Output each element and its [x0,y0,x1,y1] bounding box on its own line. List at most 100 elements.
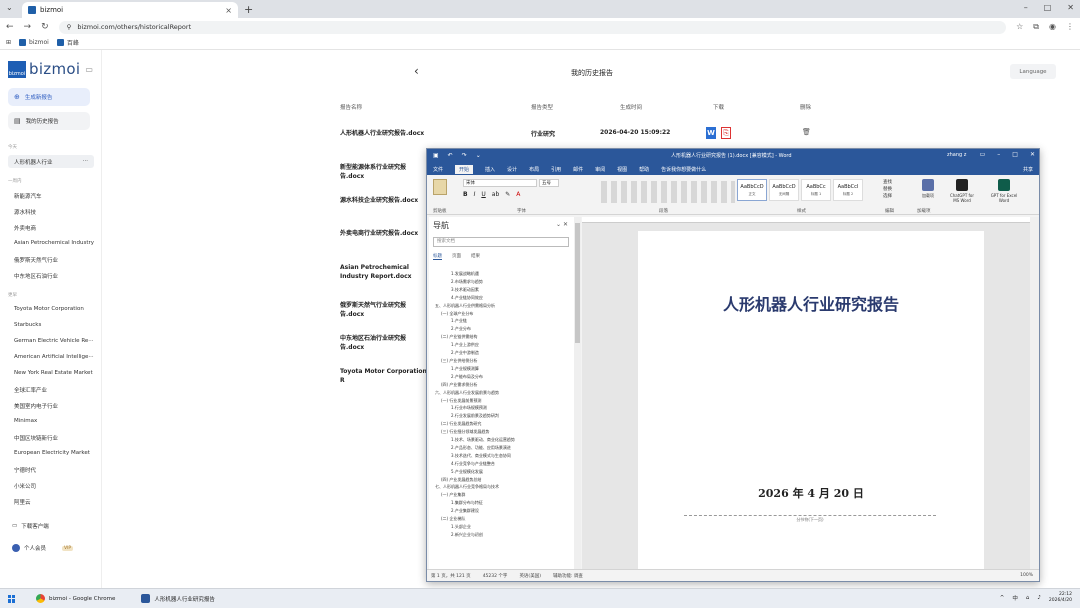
outline-heading[interactable]: 3.技术驱动因素 [433,286,569,294]
outline-heading[interactable]: 5.产业规模化发展 [433,468,569,476]
outline-heading[interactable]: (四) 产业需求侧分析 [433,381,569,389]
tab-layout[interactable]: 布局 [529,166,539,173]
tab-review[interactable]: 审阅 [595,166,605,173]
font-color-icon[interactable]: A [516,191,520,198]
outline-heading[interactable]: 2.产业分布 [433,325,569,333]
bookmark-bizmoi[interactable]: bizmoi [19,39,49,46]
ribbon-display-icon[interactable]: ▭ [980,151,986,158]
close-tab-icon[interactable]: × [225,6,232,15]
word-download-icon[interactable]: W [706,127,716,139]
nav-pane-close-icon[interactable]: ⌄ ✕ [556,221,568,228]
outline-heading[interactable]: (二) 企业梯队 [433,515,569,523]
trash-icon[interactable]: 🗑 [802,128,811,136]
style-no-spacing[interactable]: AaBbCcD 无间隔 [769,179,799,201]
report-name[interactable]: 外卖电商行业研究报告.docx [340,229,430,238]
autosave-icon[interactable]: ▣ [433,152,439,159]
tab-design[interactable]: 设计 [507,166,517,173]
sidebar-item[interactable]: 俄罗斯天然气行业 [14,256,58,264]
new-tab-button[interactable]: + [244,3,253,16]
omnibox[interactable]: ⚲ bizmoi.com/others/historicalReport [58,20,1007,34]
reload-icon[interactable]: ↻ [41,22,49,32]
sidebar-item[interactable]: 宁德时代 [14,466,36,474]
report-name[interactable]: 新型能源体系行业研究报告.docx [340,163,430,181]
outline-heading[interactable]: 2.新兴企业与初创 [433,531,569,539]
bookmark-baifeng[interactable]: 百峰 [56,38,79,47]
outline-heading[interactable]: 2.产品形态、功能、应用场景演进 [433,444,569,452]
nav-tab-pages[interactable]: 页面 [452,253,461,260]
outline-heading[interactable]: 2.产业中游制造 [433,349,569,357]
maximize-icon[interactable]: □ [1044,3,1052,12]
word-count[interactable]: 45232 个字 [483,573,508,579]
sidebar-item[interactable]: 外卖电商 [14,224,36,232]
word-user[interactable]: zhang z [947,152,966,158]
tab-search-icon[interactable]: ⌄ [6,3,13,12]
logo[interactable]: bizmoi bizmoi ▭ [8,60,93,78]
outline-heading[interactable]: 2.产能布局及分布 [433,373,569,381]
user-profile[interactable]: 个人会员 VIP [12,544,74,552]
nav-tab-results[interactable]: 结果 [471,253,480,260]
nav-tab-headings[interactable]: 标题 [433,253,442,260]
tab-home[interactable]: 开始 [455,164,474,174]
select-button[interactable]: 选择 [883,193,892,200]
my-reports-button[interactable]: ▤ 我的历史报告 [8,112,90,130]
sidebar-item[interactable]: 阿里云 [14,498,31,506]
style-normal[interactable]: AaBbCcD 正文 [737,179,767,201]
word-maximize-icon[interactable]: □ [1012,151,1018,158]
document-page[interactable]: 人形机器人行业研究报告 2026 年 4 月 20 日 分节符(下一页) [638,231,984,569]
font-size-select[interactable]: 五号 [539,179,559,187]
sidebar-item[interactable]: American Artificial Intellige··· [14,354,94,360]
report-name[interactable]: 源水科技企业研究报告.docx [340,196,430,205]
outline-heading[interactable]: (二) 产业链供需结构 [433,333,569,341]
outline-heading[interactable]: 五、人形机器人行业供需格局分析 [433,302,569,310]
outline-heading[interactable]: 3.技术迭代、商业模式与生态协同 [433,452,569,460]
nav-scrollbar[interactable] [574,217,581,569]
word-close-icon[interactable]: ✕ [1030,151,1035,158]
sidebar-item[interactable]: 新能源汽车 [14,192,42,200]
language-status[interactable]: 英语(美国) [519,573,541,579]
tab-file[interactable]: 文件 [433,166,443,173]
taskbar-app-chrome[interactable]: bizmoi - Google Chrome [30,592,121,605]
nav-scroll-thumb[interactable] [575,223,580,343]
accessibility-status[interactable]: 辅助功能: 调查 [553,573,583,579]
gpt-excel-word-button[interactable]: GPT for Excel Word [989,179,1019,203]
outline-heading[interactable]: 4.产业链协同效应 [433,294,569,302]
document-scrollbar[interactable] [1030,217,1039,569]
bold-icon[interactable]: B [463,191,468,198]
apps-grid-icon[interactable]: ⊞ [6,39,11,46]
extensions-icon[interactable]: ⧉ [1033,22,1039,32]
report-name[interactable]: 中东地区石油行业研究报告.docx [340,334,430,352]
outline-heading[interactable]: (四) 产业发展趋势总结 [433,476,569,484]
network-icon[interactable]: ⌂ [1026,595,1030,601]
undo-icon[interactable]: ↶ [448,152,453,159]
outline-heading[interactable]: (二) 行业发展趋势研究 [433,420,569,428]
tab-view[interactable]: 视图 [617,166,627,173]
sidebar-item[interactable]: Starbucks [14,322,41,328]
language-button[interactable]: Language [1010,64,1056,79]
report-name[interactable]: 俄罗斯天然气行业研究报告.docx [340,301,430,319]
style-heading-1[interactable]: AaBbCc 标题 1 [801,179,831,201]
outline-heading[interactable]: (一) 全球产业分布 [433,310,569,318]
tab-insert[interactable]: 插入 [485,166,495,173]
replace-button[interactable]: 替换 [883,186,892,193]
underline-icon[interactable]: U [481,191,485,198]
find-button[interactable]: 查找 [883,179,892,186]
volume-icon[interactable]: ♪ [1037,595,1041,601]
outline-heading[interactable]: (三) 行业细分领域发展趋势 [433,428,569,436]
paragraph-controls[interactable] [601,181,735,203]
forward-icon[interactable]: → [24,22,32,32]
sidebar-item[interactable]: 中国区块链新行业 [14,434,58,442]
sidebar-item[interactable]: Toyota Motor Corporation [14,306,84,312]
report-name[interactable]: 人形机器人行业研究报告.docx [340,129,460,138]
outline-heading[interactable]: 4.行业竞争与产业链整合 [433,460,569,468]
sidebar-item[interactable]: New York Real Estate Market [14,370,93,376]
paste-icon[interactable] [433,179,447,195]
outline-heading[interactable]: 六、人形机器人行业发展前景与趋势 [433,389,569,397]
tab-help[interactable]: 帮助 [639,166,649,173]
ruler[interactable] [582,217,1030,223]
sidebar-item[interactable]: 美国室内电子行业 [14,402,58,410]
outline-heading[interactable]: 1.产业规模测算 [433,365,569,373]
tray-chevron-icon[interactable]: ^ [1000,595,1005,601]
menu-icon[interactable]: ⋮ [1066,22,1074,32]
style-heading-2[interactable]: AaBbCcI 标题 2 [833,179,863,201]
chatgpt-word-button[interactable]: ChatGPT for MS Word [947,179,977,203]
